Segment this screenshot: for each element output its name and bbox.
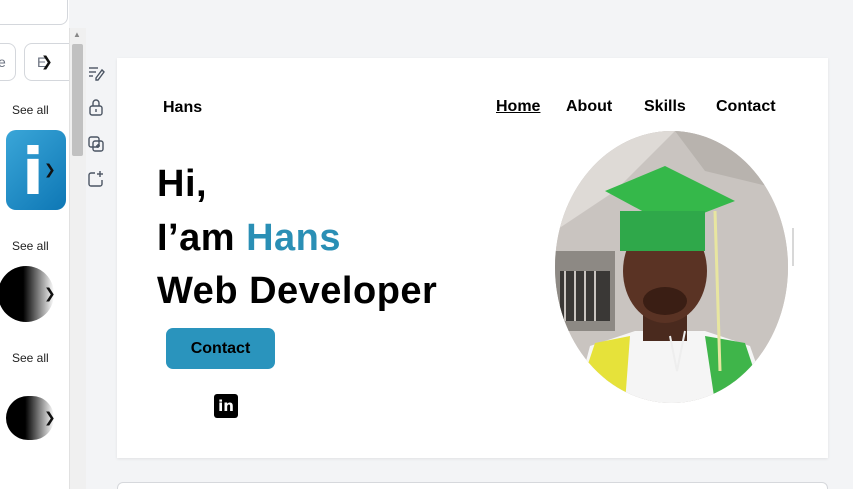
hero-name: Hans [246,217,342,259]
chevron-right-icon[interactable]: ❯ [44,285,56,302]
search-field[interactable] [0,0,68,25]
hero-intro-prefix: I’am [157,217,247,259]
nav-link-contact[interactable]: Contact [716,98,776,116]
hero-role[interactable]: Web Developer [157,270,437,313]
profile-photo[interactable] [555,131,788,403]
assets-panel: e E ❯ See all i ❯ See all ❯ See all ❯ [0,0,69,489]
chevron-right-icon[interactable]: ❯ [44,161,56,178]
nav-link-skills[interactable]: Skills [644,98,686,116]
see-all-link[interactable]: See all [12,103,49,117]
chevron-right-icon[interactable]: ❯ [41,53,53,70]
linkedin-logo-thumbnail[interactable]: i [6,130,66,210]
scroll-up-arrow-icon[interactable]: ▲ [73,30,81,39]
scrollbar-thumb[interactable] [72,44,83,156]
next-page-preview[interactable] [117,482,828,489]
linkedin-icon[interactable]: in [214,394,238,418]
hero-greeting[interactable]: Hi, [157,163,207,206]
graduate-portrait-illustration [555,131,788,403]
hero-intro[interactable]: I’am Hans [157,217,341,260]
linkedin-thumb-letter: i [22,136,44,210]
contact-button[interactable]: Contact [166,328,275,369]
add-page-icon[interactable] [87,170,105,188]
see-all-link[interactable]: See all [12,239,49,253]
lock-icon[interactable] [87,98,105,116]
edit-notes-icon[interactable] [87,64,105,82]
duplicate-icon[interactable] [87,135,105,153]
nav-link-about[interactable]: About [566,98,612,116]
chevron-right-icon[interactable]: ❯ [44,409,56,426]
see-all-link[interactable]: See all [12,351,49,365]
nav-link-home[interactable]: Home [496,98,540,116]
filter-chip-label: e [0,54,6,70]
design-page[interactable]: Hans Home About Skills Contact Hi, I’am … [117,58,828,458]
photo-edge-divider [792,228,794,266]
filter-chip[interactable]: e [0,43,16,81]
site-brand[interactable]: Hans [163,99,202,117]
